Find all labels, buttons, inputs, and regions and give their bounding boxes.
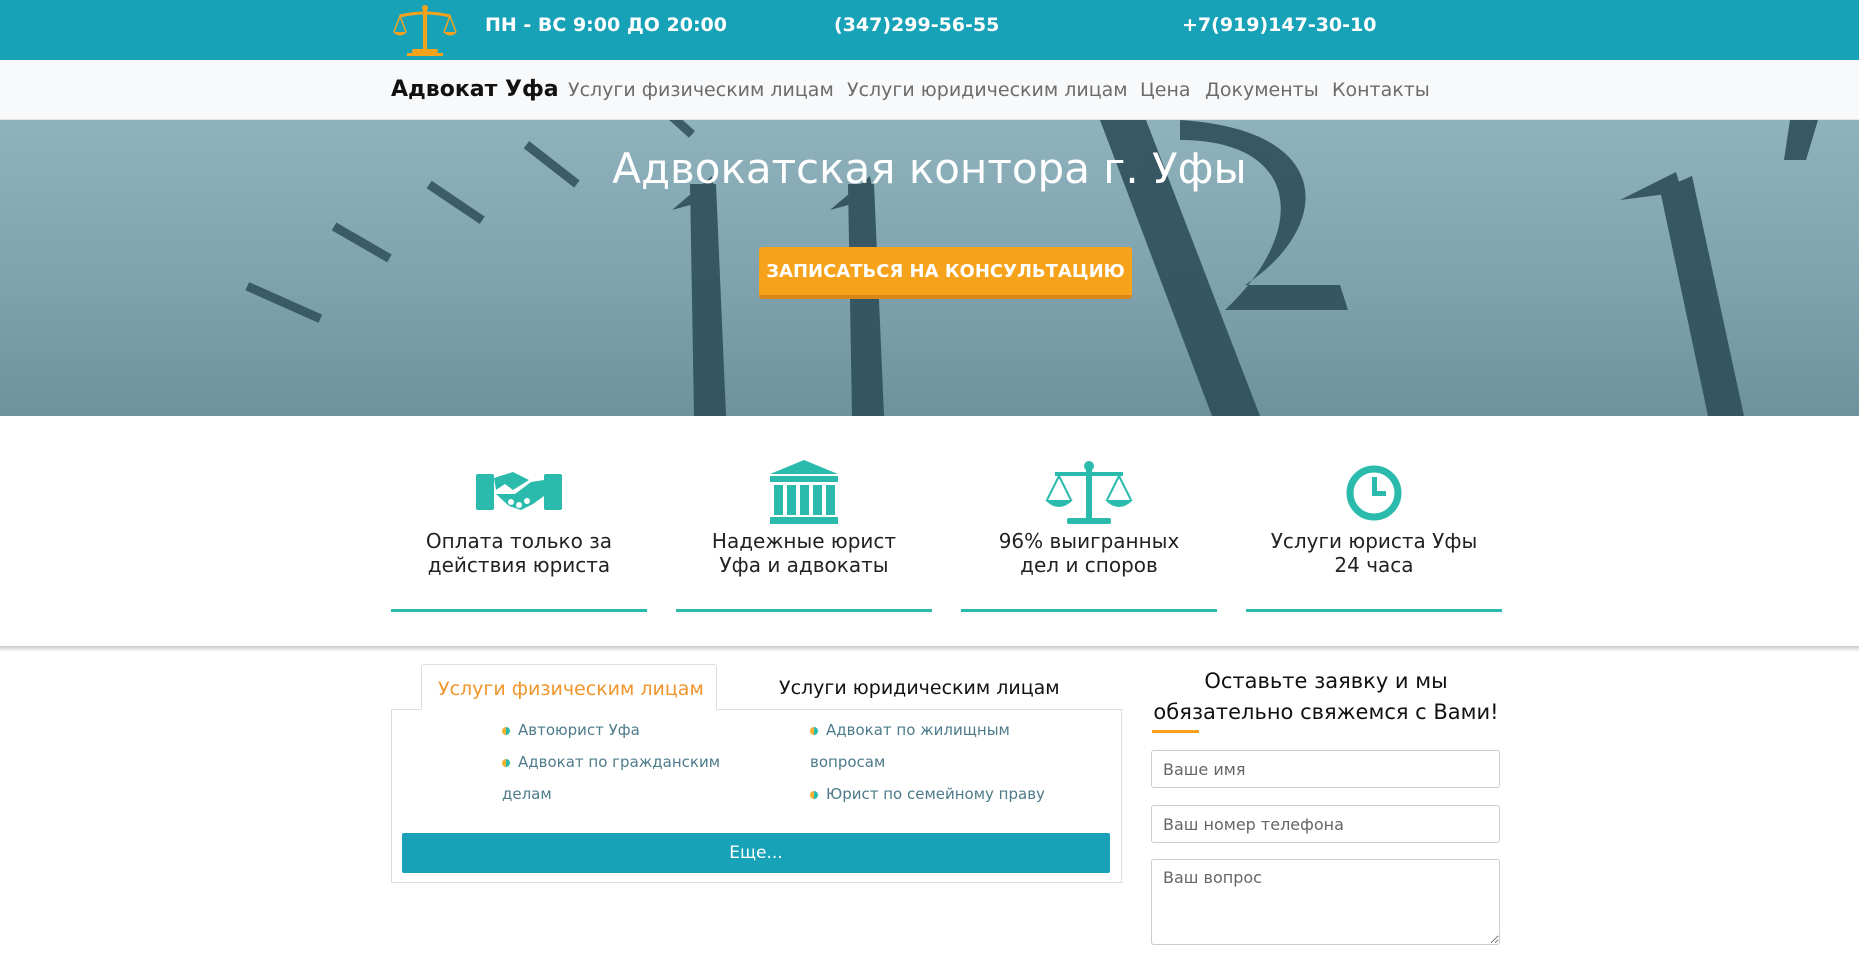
feature-card: Оплата только за действия юриста [391, 460, 647, 612]
phone-primary[interactable]: (347)299-56-55 [834, 14, 999, 36]
section-divider [0, 646, 1859, 652]
main-navbar: Адвокат Уфа Услуги физическим лицам Услу… [0, 60, 1859, 120]
feature-card: Надежные юрист Уфа и адвокаты [676, 460, 932, 612]
working-hours: ПН - ВС 9:00 ДО 20:00 [485, 14, 727, 36]
bullet-icon [810, 726, 818, 735]
service-link[interactable]: Адвокат по жилищным вопросам [810, 714, 1050, 778]
phone-field[interactable] [1151, 805, 1500, 843]
bullet-icon [810, 790, 818, 799]
scales-icon [1045, 461, 1133, 524]
hero-banner: Адвокатская контора г. Уфы ЗАПИСАТЬСЯ НА… [0, 120, 1859, 416]
scales-of-justice-logo[interactable] [390, 2, 460, 58]
feature-text-line: 24 часа [1334, 553, 1414, 577]
tab-individuals[interactable]: Услуги физическим лицам [421, 664, 717, 710]
feature-text-line: Оплата только за [425, 529, 613, 553]
nav-item-documents[interactable]: Документы [1205, 79, 1319, 101]
book-consultation-button[interactable]: ЗАПИСАТЬСЯ НА КОНСУЛЬТАЦИЮ [759, 247, 1132, 299]
more-services-button[interactable]: Еще... [402, 833, 1110, 873]
phone-secondary[interactable]: +7(919)147-30-10 [1182, 14, 1376, 36]
courthouse-icon [770, 460, 838, 524]
clock-icon [1346, 465, 1402, 521]
nav-item-legal-entities[interactable]: Услуги юридическим лицам [847, 79, 1128, 101]
nav-item-contacts[interactable]: Контакты [1332, 79, 1430, 101]
feature-text-line: 96% выигранных [998, 529, 1180, 553]
bullet-icon [502, 758, 510, 767]
name-field[interactable] [1151, 750, 1500, 788]
hero-title: Адвокатская контора г. Уфы [612, 144, 1247, 193]
form-title-underline [1152, 730, 1199, 733]
bullet-icon [502, 726, 510, 735]
service-link[interactable]: Автоюрист Уфа [502, 714, 732, 746]
nav-item-individuals[interactable]: Услуги физическим лицам [568, 79, 834, 101]
feature-text-line: действия юриста [427, 553, 611, 577]
question-field[interactable] [1151, 859, 1500, 945]
service-link[interactable]: Адвокат по гражданским делам [502, 746, 732, 810]
feature-text-line: дел и споров [1020, 553, 1158, 577]
feature-card: 96% выигранных дел и споров [961, 460, 1217, 612]
service-link[interactable]: Юрист по семейному праву [810, 778, 1050, 810]
nav-item-price[interactable]: Цена [1140, 79, 1191, 101]
top-bar: ПН - ВС 9:00 ДО 20:00 (347)299-56-55 +7(… [0, 0, 1859, 60]
handshake-icon [476, 472, 562, 510]
services-panel: Автоюрист Уфа Адвокат по гражданским дел… [391, 709, 1122, 883]
feature-text-line: Уфа и адвокаты [719, 553, 889, 577]
feature-card: Услуги юриста Уфы 24 часа [1246, 460, 1502, 612]
tab-legal-entities[interactable]: Услуги юридическим лицам [763, 664, 1076, 710]
feature-text-line: Надежные юрист [711, 529, 897, 553]
form-title: Оставьте заявку и мы обязательно свяжемс… [1153, 669, 1499, 724]
site-brand[interactable]: Адвокат Уфа [391, 77, 559, 102]
feature-text-line: Услуги юриста Уфы [1270, 529, 1478, 553]
